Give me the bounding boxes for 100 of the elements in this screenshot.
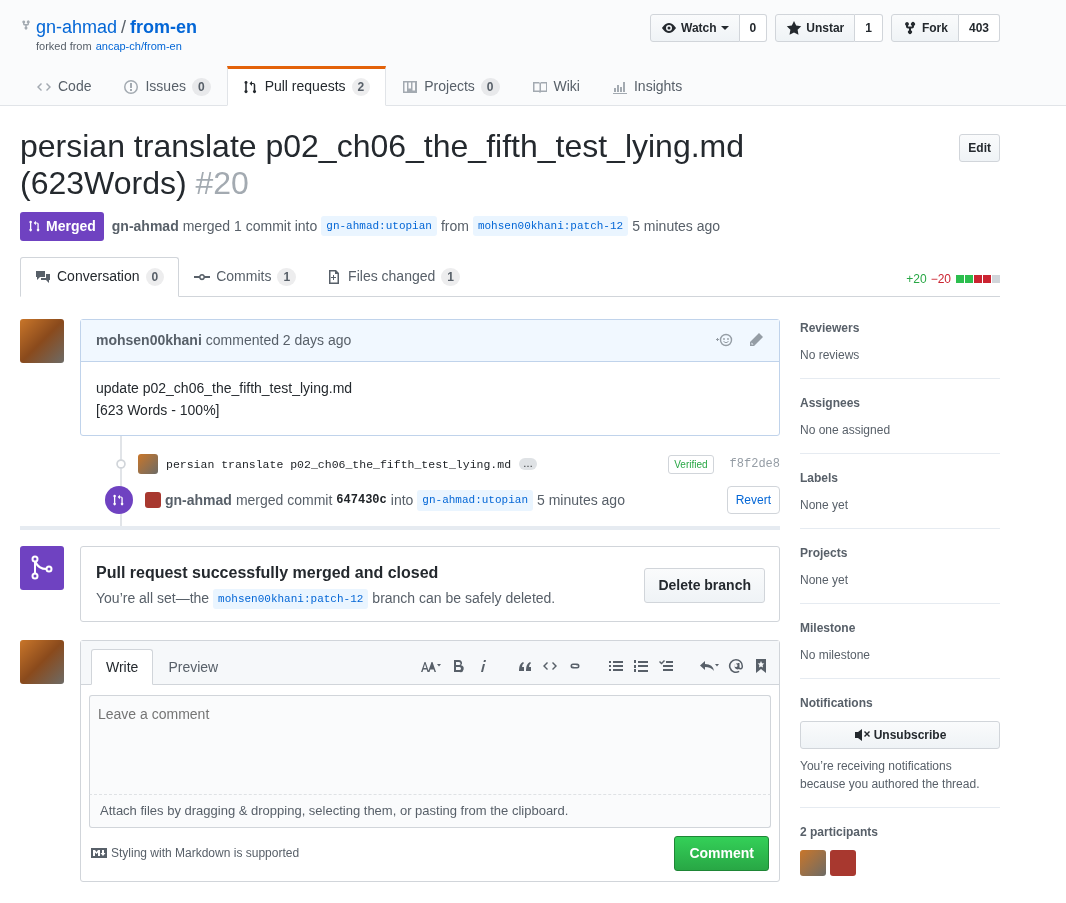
merge-status-icon [20,546,64,591]
fork-icon [20,17,32,33]
commit-message-link[interactable]: persian translate p02_ch06_the_fifth_test_lying.md [166,455,512,473]
speech-bubbles-icon [35,268,51,285]
sidebar-value: No one assigned [800,421,892,439]
star-count[interactable]: 1 [855,14,883,42]
forked-repo-link[interactable]: ancap-ch/from-en [95,41,182,52]
tab-counter: 2 [351,77,371,96]
sidebar-heading: Projects [800,544,849,562]
comment-text-line: [623 Words - 100%] [96,401,221,420]
star-button[interactable]: Unstar [775,14,856,42]
merge-status-text: You’re all set—the [96,589,210,609]
repo-owner-link[interactable]: gn-ahmad [36,14,118,41]
sidebar-heading: Notifications [800,694,874,712]
watch-count[interactable]: 0 [739,14,768,42]
issue-icon [123,78,140,95]
merge-icon [28,219,42,234]
unsubscribe-button[interactable]: Unsubscribe [800,720,1000,749]
edit-button[interactable]: Edit [959,134,1000,162]
avatar-photo [145,492,161,509]
sidebar-heading: Reviewers [800,319,861,337]
revert-button[interactable]: Revert [726,486,780,515]
board-icon [402,78,419,95]
diffstat-bar [955,274,1000,283]
merged-state-badge: Merged [20,211,104,241]
pr-tab[interactable]: Commits 1 [179,256,312,297]
pr-tab[interactable]: Conversation 0 [20,256,180,297]
sidebar-heading: Milestone [800,619,857,637]
merge-event-icon [105,486,133,515]
delete-branch-button[interactable]: Delete branch [644,567,765,603]
notification-reason: You’re receiving notifications because you authored the thread. [800,757,981,793]
sidebar-value: No reviews [800,346,861,364]
tab-counter: 1 [441,267,460,286]
from-label: from [440,216,469,236]
tab-counter: 0 [191,77,211,96]
head-branch: mohsen00khani:patch-12 [472,215,629,237]
path-separator: / [121,16,127,39]
pencil-icon [748,332,764,349]
editor-tab[interactable]: Write [91,649,154,686]
merge-status-text: branch can be safely deleted. [372,589,556,609]
expand-button[interactable]: … [519,458,538,471]
sidebar-value: None yet [800,496,850,514]
attach-hint: Attach files by dragging & dropping, selecting them, or pasting from the clipboard. [89,795,771,828]
comment-field[interactable]: Leave a comment [89,695,771,796]
comment-author-link[interactable]: mohsen00khani [96,329,202,351]
merge-commit-sha-link[interactable]: 647430c [336,491,387,510]
sidebar-heading: Assignees [800,394,862,412]
sidebar-value: No milestone [800,646,872,664]
at-sign-icon [728,658,744,675]
repo-tab[interactable]: Insights [595,66,699,106]
participant-avatar[interactable] [830,849,856,876]
tab-counter: 1 [277,267,297,286]
pull-request-icon [242,78,259,95]
into-label: into [390,490,414,510]
repo-tab[interactable]: Code [20,66,108,106]
comment-timestamp: commented 2 days ago [205,330,352,350]
comment-text-line: update p02_ch06_the_fifth_test_lying.md [96,378,354,398]
repo-tab[interactable]: Pull requests 2 [226,66,387,106]
tab-counter: 0 [480,77,500,96]
tab-counter: 0 [145,267,165,286]
numbered-list-icon [633,658,649,675]
merge-text: merged commit [235,490,333,510]
repo-tab[interactable]: Wiki [515,66,596,106]
base-branch: gn-ahmad:utopian [321,215,437,237]
avatar-photo [20,318,64,363]
sidebar-heading: Labels [800,469,839,487]
fork-count[interactable]: 403 [958,14,1000,42]
repo-name-link[interactable]: from-en [130,14,198,41]
editor-tab[interactable]: Preview [153,649,234,686]
repo-tab[interactable]: Projects 0 [386,66,516,106]
forked-from-label: forked from [36,41,92,52]
additions-count: +20 [906,270,927,288]
fork-button[interactable]: Fork [890,14,959,42]
timestamp: 5 minutes ago [632,216,721,236]
actor-link[interactable]: gn-ahmad [165,489,232,511]
pr-tab[interactable]: Files changed 1 [311,256,475,297]
mute-icon [853,726,870,743]
avatar-photo [20,640,64,685]
timestamp: 5 minutes ago [537,490,626,510]
add-reaction-icon [714,332,734,349]
target-branch: gn-ahmad:utopian [417,490,533,511]
deletions-count: −20 [930,270,951,288]
branch-name: mohsen00khani:patch-12 [213,588,369,610]
merge-summary-text: merged 1 commit into [182,216,318,236]
avatar-photo [138,454,158,475]
bold-icon [451,658,467,675]
caret-icon [720,26,729,30]
eye-icon [661,20,677,36]
pr-title: persian translate p02_ch06_the_fifth_test_lying.md (623Words) #20 [20,128,746,202]
sidebar-value: None yet [800,571,850,589]
repo-tab[interactable]: Issues 0 [107,66,227,106]
markdown-note: Styling with Markdown is supported [111,845,300,863]
star-icon [786,20,803,36]
watch-button[interactable]: Watch [650,14,740,42]
select-files-link[interactable]: selecting them [308,803,393,819]
bookmark-icon [753,658,769,675]
author-link[interactable]: gn-ahmad [111,215,179,237]
verified-badge: Verified [668,454,714,474]
sidebar-heading: 2 participants [800,823,880,841]
participant-avatar[interactable] [800,849,826,876]
